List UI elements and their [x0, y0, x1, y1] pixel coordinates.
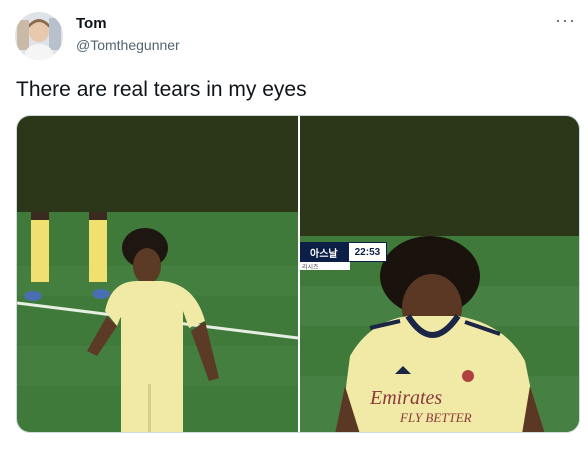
more-icon[interactable]: ··· [555, 10, 576, 31]
media-image-right[interactable]: Emirates FLY BETTER 아스날 22:53 리시즈 [300, 116, 579, 432]
sponsor-text-1: Emirates [369, 387, 442, 409]
user-handle[interactable]: @Tomthegunner [76, 37, 180, 53]
sponsor-text-2: FLY BETTER [399, 410, 472, 425]
avatar[interactable] [15, 12, 63, 60]
tweet-text: There are real tears in my eyes [16, 78, 307, 101]
media-image-left[interactable] [17, 116, 298, 432]
overlay-subinfo: 리시즈 [300, 262, 350, 271]
player-walking-image [17, 116, 298, 432]
player-closeup-image: Emirates FLY BETTER [300, 116, 579, 432]
display-name[interactable]: Tom [76, 15, 107, 32]
media-grid[interactable]: Emirates FLY BETTER 아스날 22:53 리시즈 [16, 115, 580, 433]
match-clock: 22:53 [347, 242, 388, 262]
score-overlay: 아스날 22:53 [300, 242, 388, 262]
team-label: 아스날 [300, 242, 348, 262]
avatar-image [15, 12, 63, 60]
